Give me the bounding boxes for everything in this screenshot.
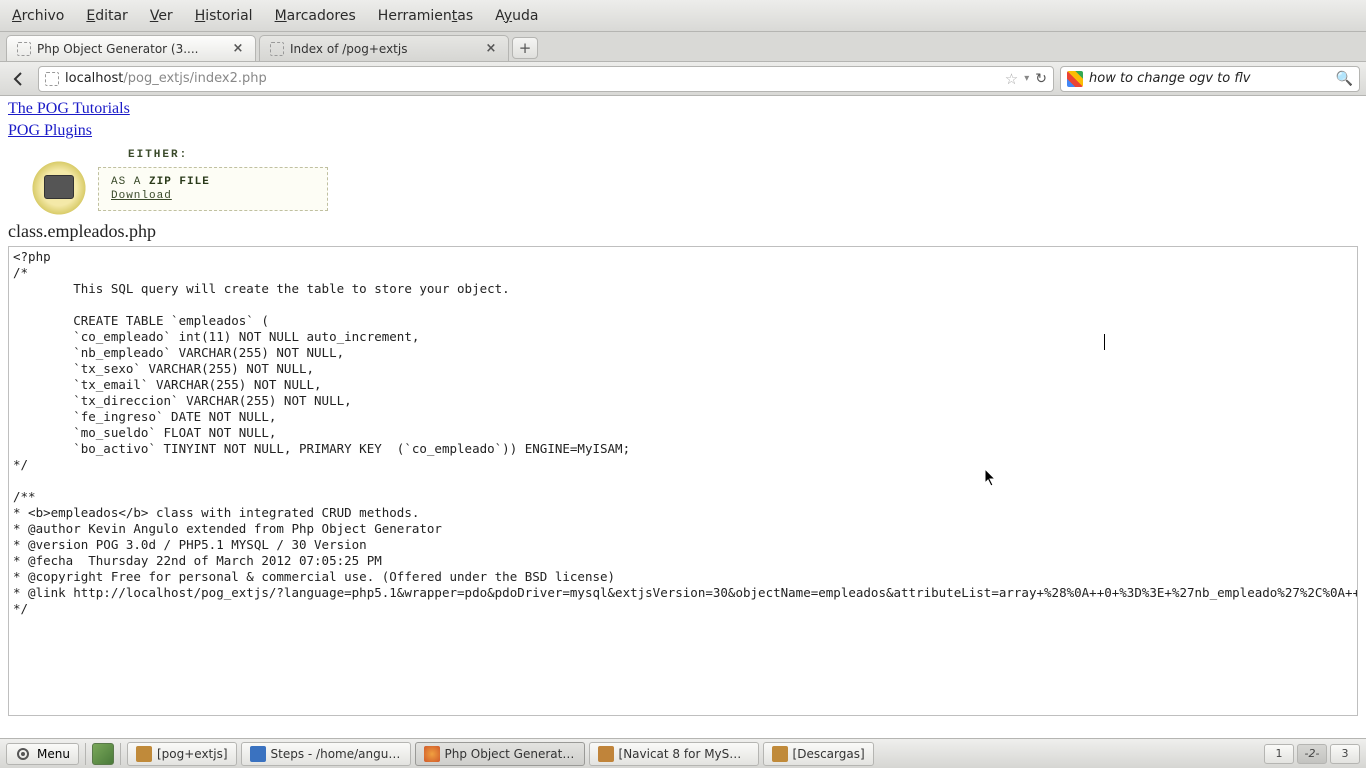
taskbar-item-4[interactable]: [Descargas] bbox=[763, 742, 874, 766]
bookmark-star-icon[interactable]: ☆ bbox=[1005, 70, 1018, 88]
task-label: Steps - /home/angul... bbox=[271, 747, 402, 761]
url-bar[interactable]: localhost/pog_extjs/index2.php ☆ ▾ ↻ bbox=[38, 66, 1054, 92]
app-icon bbox=[250, 746, 266, 762]
workspace-3[interactable]: 3 bbox=[1330, 744, 1360, 764]
tab-label: Index of /pog+extjs bbox=[290, 42, 478, 56]
navicat-icon bbox=[598, 746, 614, 762]
workspace-pager: 1 -2- 3 bbox=[1264, 744, 1360, 764]
taskbar-item-0[interactable]: [pog+extjs] bbox=[127, 742, 237, 766]
link-pog-tutorials[interactable]: The POG Tutorials bbox=[8, 98, 1358, 120]
menu-historial[interactable]: Historial bbox=[195, 8, 253, 24]
task-label: [pog+extjs] bbox=[157, 747, 228, 761]
reload-icon[interactable]: ↻ bbox=[1035, 71, 1047, 87]
download-panel: EITHER: AS A ZIP FILE Download bbox=[98, 149, 328, 211]
google-icon bbox=[1067, 71, 1083, 87]
gear-icon bbox=[15, 746, 31, 762]
history-dropdown-icon[interactable]: ▾ bbox=[1024, 73, 1029, 84]
tab-strip: Php Object Generator (3.... × Index of /… bbox=[0, 32, 1366, 62]
url-text: localhost/pog_extjs/index2.php bbox=[65, 71, 999, 86]
download-link[interactable]: Download bbox=[111, 190, 315, 202]
code-content: <?php /* This SQL query will create the … bbox=[9, 247, 1357, 619]
tab-favicon-icon bbox=[17, 42, 31, 56]
menubar: Archivo Editar Ver Historial Marcadores … bbox=[0, 0, 1366, 32]
search-icon[interactable]: 🔍 bbox=[1336, 71, 1353, 87]
workspace-1[interactable]: 1 bbox=[1264, 744, 1294, 764]
task-label: [Navicat 8 for MySQL] bbox=[619, 747, 750, 761]
search-query: how to change ogv to flv bbox=[1089, 71, 1330, 86]
text-cursor-icon bbox=[1104, 334, 1105, 350]
taskbar-item-1[interactable]: Steps - /home/angul... bbox=[241, 742, 411, 766]
toolbar: localhost/pog_extjs/index2.php ☆ ▾ ↻ how… bbox=[0, 62, 1366, 96]
menu-ayuda[interactable]: Ayuda bbox=[495, 8, 538, 24]
either-label: EITHER: bbox=[128, 149, 328, 161]
link-pog-plugins[interactable]: POG Plugins bbox=[8, 120, 1358, 142]
tab-favicon-icon bbox=[270, 42, 284, 56]
site-identity-icon[interactable] bbox=[45, 72, 59, 86]
menu-herramientas[interactable]: Herramientas bbox=[378, 8, 473, 24]
search-box[interactable]: how to change ogv to flv 🔍 bbox=[1060, 66, 1360, 92]
taskbar: Menu [pog+extjs] Steps - /home/angul... … bbox=[0, 738, 1366, 768]
tab-label: Php Object Generator (3.... bbox=[37, 42, 225, 56]
start-menu-label: Menu bbox=[37, 747, 70, 761]
task-label: [Descargas] bbox=[793, 747, 865, 761]
show-desktop-button[interactable] bbox=[92, 743, 114, 765]
as-zip-label: AS A ZIP FILE bbox=[111, 176, 210, 188]
taskbar-item-2[interactable]: Php Object Generato... bbox=[415, 742, 585, 766]
start-menu-button[interactable]: Menu bbox=[6, 743, 79, 765]
back-arrow-icon bbox=[11, 71, 27, 87]
menu-editar[interactable]: Editar bbox=[86, 8, 127, 24]
code-textarea[interactable]: <?php /* This SQL query will create the … bbox=[8, 246, 1358, 716]
close-icon[interactable]: × bbox=[484, 42, 498, 56]
menu-ver[interactable]: Ver bbox=[150, 8, 173, 24]
workspace-2[interactable]: -2- bbox=[1297, 744, 1327, 764]
download-badge-icon bbox=[28, 157, 90, 219]
taskbar-item-3[interactable]: [Navicat 8 for MySQL] bbox=[589, 742, 759, 766]
tab-0[interactable]: Php Object Generator (3.... × bbox=[6, 35, 256, 61]
task-label: Php Object Generato... bbox=[445, 747, 576, 761]
firefox-icon bbox=[424, 746, 440, 762]
new-tab-button[interactable]: + bbox=[512, 37, 538, 59]
folder-icon bbox=[136, 746, 152, 762]
separator bbox=[120, 743, 121, 765]
filename-heading: class.empleados.php bbox=[8, 221, 1358, 242]
tab-1[interactable]: Index of /pog+extjs × bbox=[259, 35, 509, 61]
menu-archivo[interactable]: Archivo bbox=[12, 8, 64, 24]
separator bbox=[85, 743, 86, 765]
page-viewport: The POG Tutorials POG Plugins EITHER: AS… bbox=[0, 96, 1366, 738]
back-button[interactable] bbox=[6, 66, 32, 92]
close-icon[interactable]: × bbox=[231, 42, 245, 56]
folder-icon bbox=[772, 746, 788, 762]
menu-marcadores[interactable]: Marcadores bbox=[275, 8, 356, 24]
top-links: The POG Tutorials POG Plugins bbox=[8, 96, 1358, 141]
download-box: AS A ZIP FILE Download bbox=[98, 167, 328, 211]
